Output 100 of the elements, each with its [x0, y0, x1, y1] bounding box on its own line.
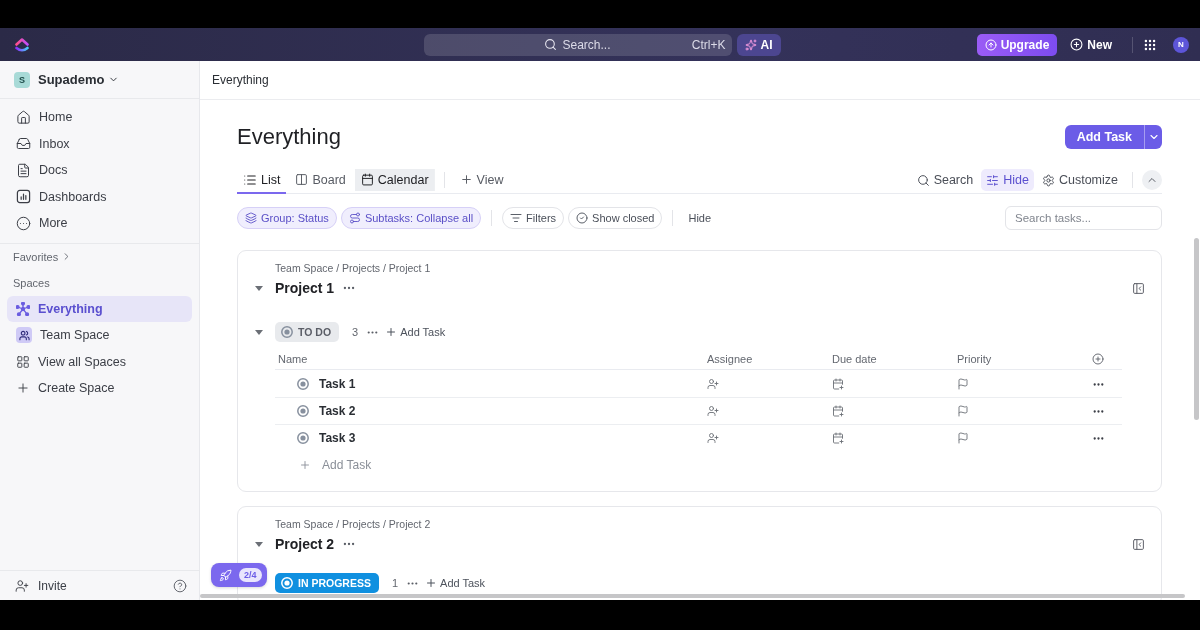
ai-button[interactable]: AI [736, 33, 781, 56]
plus-icon [1070, 38, 1084, 51]
task-count: 3 [352, 326, 359, 338]
plus-icon [16, 381, 30, 396]
settings-icon [1041, 173, 1055, 187]
search-icon [544, 38, 558, 51]
filter-chip[interactable]: Filters [502, 207, 565, 229]
columns-icon [295, 173, 309, 186]
space-item[interactable]: Team Space [7, 322, 192, 349]
document-icon [16, 162, 31, 178]
plus-icon [425, 577, 438, 589]
search-tasks-field[interactable]: Search tasks... [1005, 206, 1162, 230]
add-task-button[interactable]: Add Task [1064, 125, 1144, 149]
toolbar-button[interactable]: Hide [981, 169, 1034, 191]
rocket-icon [219, 568, 232, 582]
shortcut-hint: Ctrl+K [691, 37, 726, 52]
dropdown-button[interactable] [1144, 125, 1162, 149]
add-task-link[interactable]: Add Task [385, 326, 446, 338]
tour-badge[interactable]: 2/4 [211, 563, 267, 587]
status-icon [281, 577, 293, 589]
task-count: 1 [391, 577, 399, 589]
flag-icon[interactable] [957, 405, 969, 417]
new-button[interactable]: New [1070, 33, 1112, 56]
breadcrumb: Everything [212, 73, 269, 87]
space-item[interactable]: Create Space [7, 375, 192, 402]
caret-icon[interactable] [255, 329, 263, 335]
invite-button[interactable]: Invite [15, 578, 67, 593]
inbox-icon [16, 136, 31, 152]
nav-item[interactable]: Docs [7, 157, 192, 184]
view-tab[interactable]: Calendar [354, 167, 435, 194]
nav-item[interactable]: Inbox [7, 130, 192, 157]
column-header: Name [278, 352, 308, 365]
panel-icon[interactable] [1132, 537, 1145, 551]
help-icon[interactable] [173, 578, 187, 593]
nav-item[interactable]: Dashboards [7, 183, 192, 210]
grid-icon [16, 354, 30, 369]
chart-icon [16, 189, 31, 205]
task-name[interactable]: Task 3 [319, 431, 356, 445]
plus-circle-icon[interactable] [1092, 352, 1104, 365]
nav-item[interactable]: Home [7, 104, 192, 131]
favorites-toggle[interactable]: Favorites [13, 250, 73, 263]
nav-item[interactable]: More [7, 210, 192, 237]
section-label: Spaces [13, 276, 50, 289]
upgrade-button[interactable]: Upgrade [976, 33, 1058, 56]
people-icon [16, 327, 32, 344]
user-plus-icon[interactable] [707, 378, 719, 390]
caret-icon[interactable] [255, 541, 263, 547]
add-task-link[interactable]: Add Task [425, 577, 486, 589]
search-icon [916, 173, 930, 187]
column-header: Assignee [707, 352, 753, 365]
toolbar-button[interactable]: Customize [1036, 169, 1123, 191]
project-path: Team Space / Projects / Project 2 [275, 518, 431, 531]
calendar-plus-icon[interactable] [832, 378, 844, 390]
search-button[interactable]: Search... Ctrl+K [423, 33, 732, 56]
check-circle-icon [576, 212, 589, 224]
project-name: Project 1 [275, 280, 335, 296]
collapse-button[interactable] [1142, 170, 1162, 190]
status-label: TO DO [298, 326, 332, 338]
workspace-avatar: S [14, 71, 30, 88]
more-icon [16, 215, 31, 231]
view-tab[interactable]: Board [289, 167, 352, 194]
space-item[interactable]: View all Spaces [7, 348, 192, 375]
arrow-up-icon [984, 38, 997, 51]
sparkle-icon [744, 38, 757, 51]
filter-chip[interactable]: Show closed [568, 207, 663, 229]
logo-icon[interactable] [15, 36, 29, 53]
grid-icon[interactable] [1143, 37, 1157, 52]
network-icon [16, 301, 30, 316]
view-tab[interactable]: List [237, 167, 287, 194]
add-view-button[interactable]: View [453, 167, 510, 194]
user-plus-icon[interactable] [707, 405, 719, 417]
house-icon [16, 109, 31, 125]
sliders-icon [986, 173, 1000, 187]
user-plus-icon[interactable] [707, 432, 719, 444]
filter-chip[interactable]: Group: Status [237, 207, 337, 229]
task-name[interactable]: Task 2 [319, 404, 356, 418]
avatar[interactable]: N [1173, 36, 1189, 53]
workspace-switcher[interactable]: Supademo [38, 72, 120, 87]
horizontal-scrollbar[interactable] [200, 594, 1185, 598]
flag-icon[interactable] [957, 432, 969, 444]
flag-icon[interactable] [957, 378, 969, 390]
calendar-plus-icon[interactable] [832, 432, 844, 444]
status-pill[interactable]: TO DO [275, 322, 340, 342]
plus-icon [459, 173, 473, 186]
hide-button[interactable]: Hide [683, 212, 717, 224]
filter-chip[interactable]: Subtasks: Collapse all [340, 207, 482, 229]
panel-icon[interactable] [1132, 281, 1145, 295]
route-icon [348, 212, 361, 224]
task-name[interactable]: Task 1 [319, 377, 356, 391]
user-plus-icon [15, 578, 29, 593]
column-header: Priority [957, 352, 992, 365]
caret-icon[interactable] [255, 285, 263, 291]
project-path: Team Space / Projects / Project 1 [275, 262, 431, 275]
page-title: Everything [237, 124, 341, 150]
column-header: Due date [832, 352, 877, 365]
toolbar-button[interactable]: Search [911, 169, 979, 191]
layers-icon [245, 212, 257, 224]
space-item[interactable]: Everything [7, 295, 192, 322]
vertical-scrollbar[interactable] [1194, 238, 1199, 420]
calendar-plus-icon[interactable] [832, 405, 844, 417]
